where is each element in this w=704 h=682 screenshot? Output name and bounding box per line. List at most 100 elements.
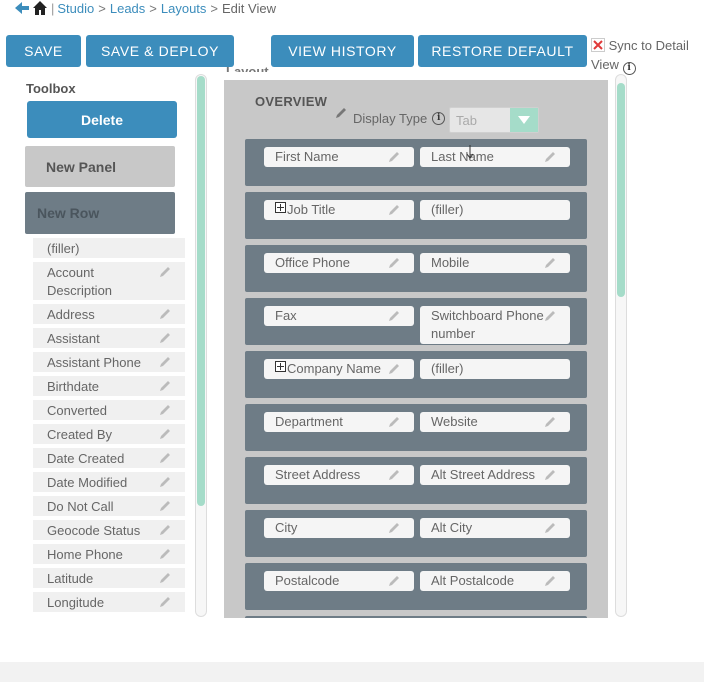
pencil-icon[interactable] xyxy=(387,362,401,376)
pencil-icon[interactable] xyxy=(543,150,557,164)
layout-row[interactable]: Company Name (filler) xyxy=(245,351,587,398)
pencil-icon[interactable] xyxy=(158,379,172,393)
pencil-icon[interactable] xyxy=(543,521,557,535)
new-row-item[interactable]: New Row xyxy=(25,192,175,234)
list-item[interactable]: Date Modified xyxy=(33,472,185,492)
layout-field[interactable]: Postalcode xyxy=(264,571,414,591)
pencil-icon[interactable] xyxy=(387,256,401,270)
layout-field[interactable]: Company Name xyxy=(264,359,414,379)
layout-field[interactable]: Last Name xyxy=(420,147,570,167)
pencil-icon[interactable] xyxy=(387,309,401,323)
chevron-down-icon[interactable] xyxy=(510,108,538,132)
list-item[interactable]: Assistant xyxy=(33,328,185,348)
list-item[interactable]: Geocode Status xyxy=(33,520,185,540)
list-item[interactable]: Converted xyxy=(33,400,185,420)
breadcrumb-leads[interactable]: Leads xyxy=(110,1,145,16)
pencil-icon[interactable] xyxy=(158,523,172,537)
toolbox-scrollbar-thumb[interactable] xyxy=(197,76,205,506)
layout-field[interactable]: Street Address xyxy=(264,465,414,485)
layout-row[interactable] xyxy=(245,616,587,618)
pencil-icon[interactable] xyxy=(158,499,172,513)
layout-row[interactable]: Office Phone Mobile xyxy=(245,245,587,292)
list-item[interactable]: Do Not Call xyxy=(33,496,185,516)
layout-field[interactable]: First Name xyxy=(264,147,414,167)
layout-row[interactable]: Job Title (filler) xyxy=(245,192,587,239)
list-item[interactable]: Birthdate xyxy=(33,376,185,396)
layout-row[interactable]: Street Address Alt Street Address xyxy=(245,457,587,504)
pencil-icon[interactable] xyxy=(543,415,557,429)
pencil-icon[interactable] xyxy=(158,331,172,345)
list-item[interactable]: Account Description xyxy=(33,262,185,300)
list-item[interactable]: Longitude xyxy=(33,592,185,612)
expand-plus-icon[interactable] xyxy=(275,361,286,372)
pencil-icon[interactable] xyxy=(543,468,557,482)
pencil-icon[interactable] xyxy=(158,427,172,441)
info-icon[interactable]: i xyxy=(622,62,636,75)
pencil-icon[interactable] xyxy=(543,309,557,323)
pencil-icon[interactable] xyxy=(158,355,172,369)
list-item[interactable]: (filler) xyxy=(33,238,185,258)
close-x-icon[interactable] xyxy=(591,38,605,52)
list-item[interactable]: Home Phone xyxy=(33,544,185,564)
expand-plus-icon[interactable] xyxy=(275,202,286,213)
layout-scrollbar-thumb[interactable] xyxy=(617,83,625,297)
list-item[interactable]: Address xyxy=(33,304,185,324)
pencil-icon[interactable] xyxy=(387,574,401,588)
layout-scrollbar[interactable] xyxy=(615,74,627,617)
view-history-button[interactable]: VIEW HISTORY xyxy=(271,35,414,67)
pencil-icon[interactable] xyxy=(158,475,172,489)
list-item[interactable]: Assistant Phone xyxy=(33,352,185,372)
layout-field[interactable]: (filler) xyxy=(420,359,570,379)
home-icon[interactable] xyxy=(32,0,48,16)
layout-field[interactable]: Website xyxy=(420,412,570,432)
layout-field[interactable]: Switchboard Phone number xyxy=(420,306,570,344)
pencil-icon[interactable] xyxy=(334,106,348,120)
layout-field[interactable]: Department xyxy=(264,412,414,432)
save-button[interactable]: SAVE xyxy=(6,35,81,67)
pencil-icon[interactable] xyxy=(158,403,172,417)
breadcrumb-studio[interactable]: Studio xyxy=(57,1,94,16)
layout-row[interactable]: Postalcode Alt Postalcode xyxy=(245,563,587,610)
layout-field[interactable]: Alt City xyxy=(420,518,570,538)
pencil-icon[interactable] xyxy=(158,451,172,465)
breadcrumb-layouts[interactable]: Layouts xyxy=(161,1,207,16)
layout-field[interactable]: Fax xyxy=(264,306,414,326)
layout-field[interactable]: Alt Street Address xyxy=(420,465,570,485)
pencil-icon[interactable] xyxy=(158,265,172,279)
layout-field[interactable]: Alt Postalcode xyxy=(420,571,570,591)
pencil-icon[interactable] xyxy=(387,521,401,535)
pencil-icon[interactable] xyxy=(387,468,401,482)
pencil-icon[interactable] xyxy=(543,574,557,588)
pencil-icon[interactable] xyxy=(387,415,401,429)
list-item[interactable]: Latitude xyxy=(33,568,185,588)
pencil-icon[interactable] xyxy=(158,595,172,609)
layout-row[interactable]: City Alt City xyxy=(245,510,587,557)
layout-field[interactable]: (filler) xyxy=(420,200,570,220)
restore-default-button[interactable]: RESTORE DEFAULT xyxy=(418,35,587,67)
pencil-icon[interactable] xyxy=(543,256,557,270)
layout-field[interactable]: Job Title xyxy=(264,200,414,220)
save-deploy-button[interactable]: SAVE & DEPLOY xyxy=(86,35,234,67)
layout-row[interactable]: Department Website xyxy=(245,404,587,451)
layout-row[interactable]: Fax Switchboard Phone number xyxy=(245,298,587,345)
field-label: Website xyxy=(431,414,478,429)
pencil-icon[interactable] xyxy=(158,547,172,561)
layout-field[interactable]: Mobile xyxy=(420,253,570,273)
sync-to-detail-view[interactable]: Sync to Detail View i xyxy=(591,36,701,75)
delete-button[interactable]: Delete xyxy=(27,101,177,138)
text-cursor-icon xyxy=(466,145,474,159)
info-icon[interactable]: i xyxy=(432,112,446,125)
layout-field[interactable]: City xyxy=(264,518,414,538)
pencil-icon[interactable] xyxy=(387,203,401,217)
pencil-icon[interactable] xyxy=(158,571,172,585)
list-item[interactable]: Created By xyxy=(33,424,185,444)
list-item[interactable]: Date Created xyxy=(33,448,185,468)
layout-row[interactable]: First Name Last Name xyxy=(245,139,587,186)
pencil-icon[interactable] xyxy=(158,307,172,321)
toolbox-scrollbar[interactable] xyxy=(195,74,207,617)
display-type-select[interactable]: Tab xyxy=(449,107,539,133)
pencil-icon[interactable] xyxy=(387,150,401,164)
new-panel-item[interactable]: New Panel xyxy=(25,146,175,187)
back-arrow-icon[interactable] xyxy=(14,0,30,16)
layout-field[interactable]: Office Phone xyxy=(264,253,414,273)
